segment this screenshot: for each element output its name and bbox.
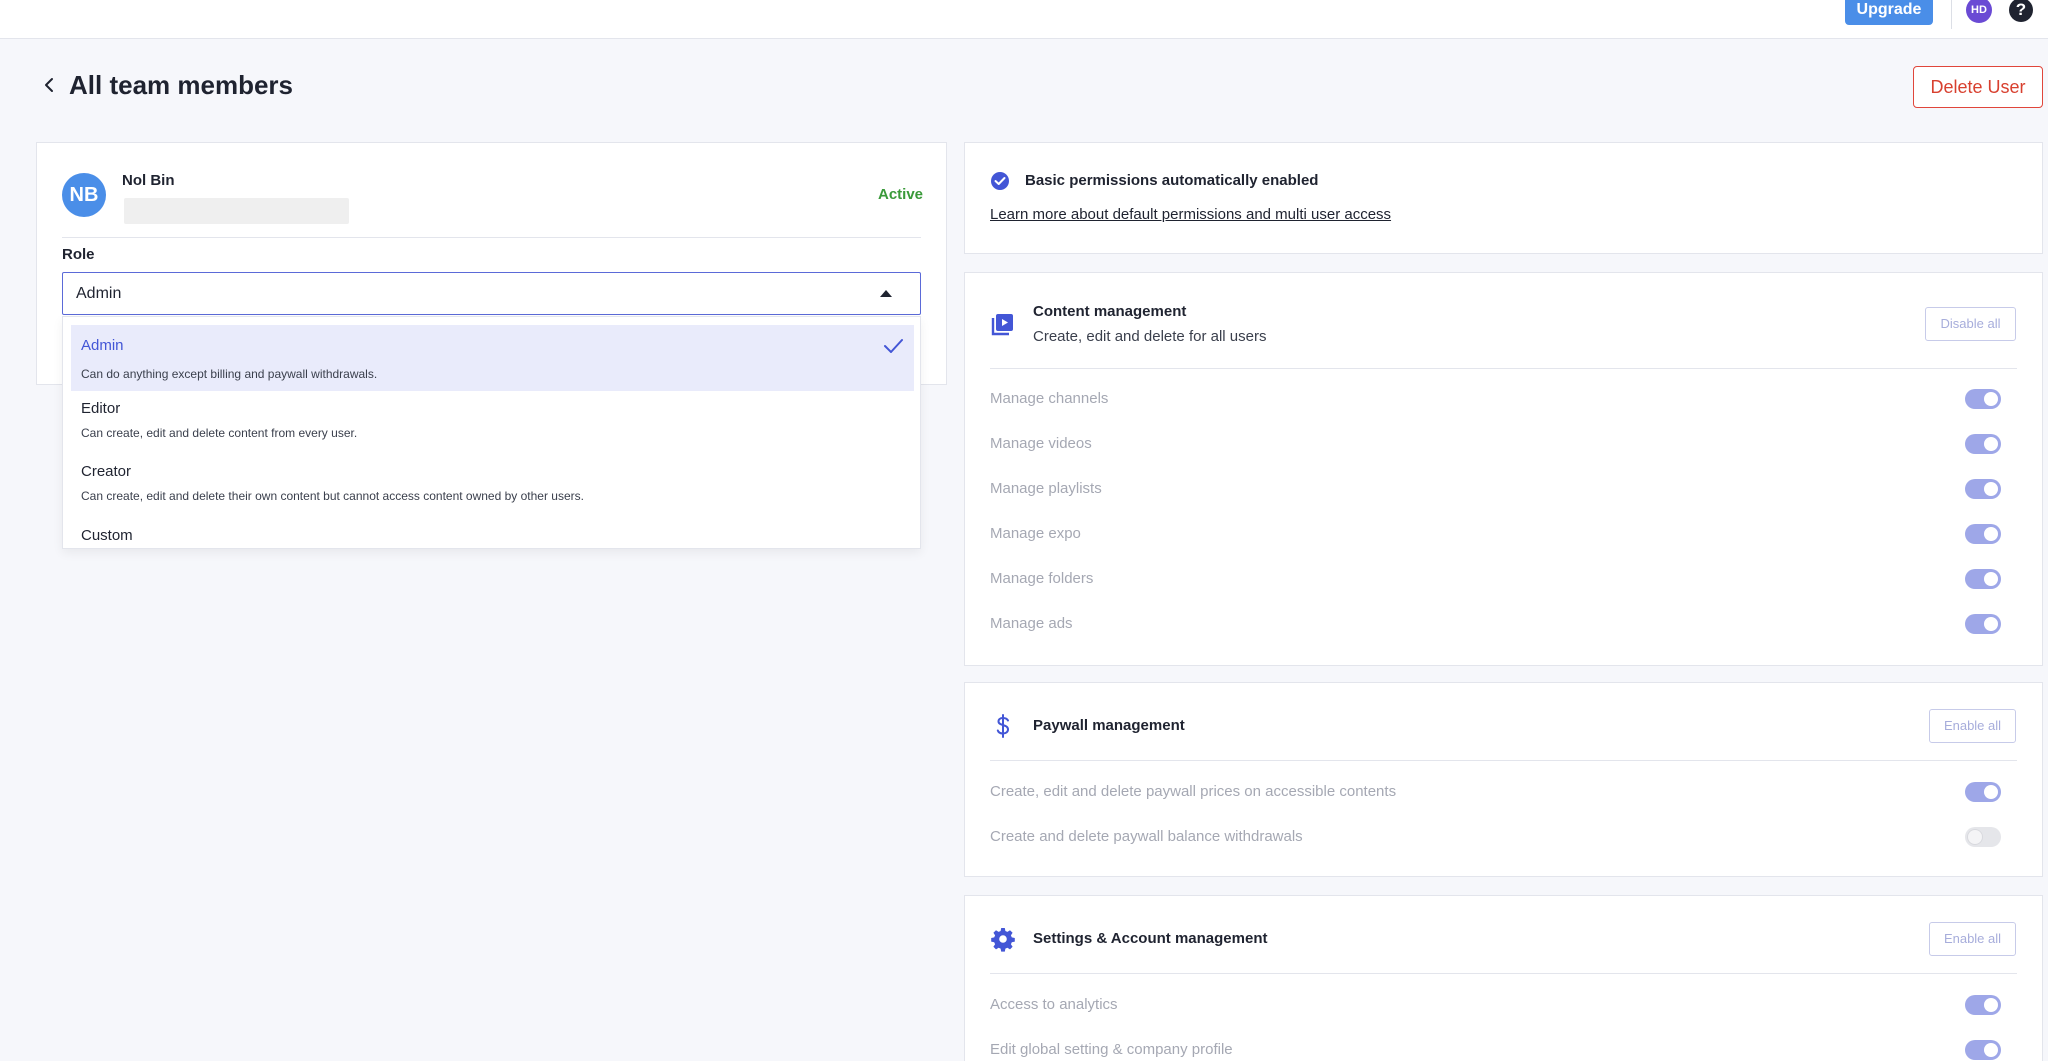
divider: [990, 760, 2017, 761]
top-bar: Upgrade HD ?: [0, 0, 2048, 39]
role-option-editor[interactable]: Editor Can create, edit and delete conte…: [71, 391, 914, 453]
settings-enable-all-button[interactable]: Enable all: [1929, 922, 2016, 956]
check-circle-icon: [991, 172, 1009, 190]
manage-ads-toggle[interactable]: [1965, 614, 2001, 634]
global-settings-toggle[interactable]: [1965, 1040, 2001, 1060]
role-dropdown: Admin Can do anything except billing and…: [62, 316, 921, 549]
settings-management-card: [964, 895, 2043, 1061]
perm-label: Manage ads: [990, 615, 1073, 632]
role-option-title: Creator: [81, 463, 132, 480]
role-select-value: Admin: [76, 285, 122, 302]
divider: [990, 368, 2017, 369]
perm-label: Manage expo: [990, 525, 1081, 542]
chevron-left-icon[interactable]: [38, 74, 60, 96]
content-management-title: Content management: [1033, 303, 1187, 320]
perm-label: Manage videos: [990, 435, 1092, 452]
role-option-custom[interactable]: Custom: [71, 518, 914, 548]
help-icon[interactable]: ?: [2009, 0, 2033, 22]
settings-management-title: Settings & Account management: [1033, 930, 1268, 947]
perm-label: Manage folders: [990, 570, 1094, 587]
perm-label: Manage playlists: [990, 480, 1102, 497]
upgrade-button[interactable]: Upgrade: [1845, 0, 1933, 25]
role-select[interactable]: Admin: [62, 272, 921, 315]
avatar: NB: [62, 173, 106, 217]
manage-channels-toggle[interactable]: [1965, 389, 2001, 409]
manage-expo-toggle[interactable]: [1965, 524, 2001, 544]
analytics-toggle[interactable]: [1965, 995, 2001, 1015]
paywall-management-card: [964, 682, 2043, 877]
caret-up-icon: [880, 290, 892, 297]
perm-label: Edit global setting & company profile: [990, 1041, 1233, 1058]
content-management-subtitle: Create, edit and delete for all users: [1033, 328, 1267, 345]
role-option-creator[interactable]: Creator Can create, edit and delete thei…: [71, 454, 914, 518]
email-placeholder: [124, 198, 349, 224]
manage-playlists-toggle[interactable]: [1965, 479, 2001, 499]
role-option-desc: Can create, edit and delete their own co…: [81, 489, 584, 503]
role-option-desc: Can create, edit and delete content from…: [81, 426, 358, 440]
basic-permissions-title: Basic permissions automatically enabled: [1025, 172, 1319, 189]
gear-icon: [991, 928, 1015, 952]
topbar-divider: [1951, 0, 1952, 29]
divider: [990, 973, 2017, 974]
permissions-learn-more-link[interactable]: Learn more about default permissions and…: [990, 206, 1391, 223]
manage-videos-toggle[interactable]: [1965, 434, 2001, 454]
paywall-management-title: Paywall management: [1033, 717, 1185, 734]
perm-label: Manage channels: [990, 390, 1109, 407]
basic-permissions-card: [964, 142, 2043, 254]
paywall-prices-toggle[interactable]: [1965, 782, 2001, 802]
perm-label: Create and delete paywall balance withdr…: [990, 828, 1303, 845]
page-title: All team members: [69, 70, 293, 100]
role-option-title: Admin: [81, 337, 124, 354]
paywall-withdrawals-toggle[interactable]: [1965, 827, 2001, 847]
role-option-title: Custom: [81, 527, 133, 544]
user-name: Nol Bin: [122, 172, 175, 189]
manage-folders-toggle[interactable]: [1965, 569, 2001, 589]
paywall-enable-all-button[interactable]: Enable all: [1929, 709, 2016, 743]
role-option-admin[interactable]: Admin Can do anything except billing and…: [71, 325, 914, 391]
delete-user-button[interactable]: Delete User: [1913, 66, 2043, 108]
disable-all-button[interactable]: Disable all: [1925, 307, 2016, 341]
role-option-desc: Can do anything except billing and paywa…: [81, 367, 378, 381]
perm-label: Access to analytics: [990, 996, 1118, 1013]
checkmark-icon: [884, 339, 903, 353]
role-label: Role: [62, 246, 95, 263]
video-library-icon: [991, 314, 1013, 336]
dollar-icon: [996, 714, 1010, 738]
perm-label: Create, edit and delete paywall prices o…: [990, 783, 1397, 800]
role-option-title: Editor: [81, 400, 121, 417]
divider: [62, 237, 921, 238]
user-avatar[interactable]: HD: [1966, 0, 1992, 23]
status-badge: Active: [878, 186, 924, 203]
